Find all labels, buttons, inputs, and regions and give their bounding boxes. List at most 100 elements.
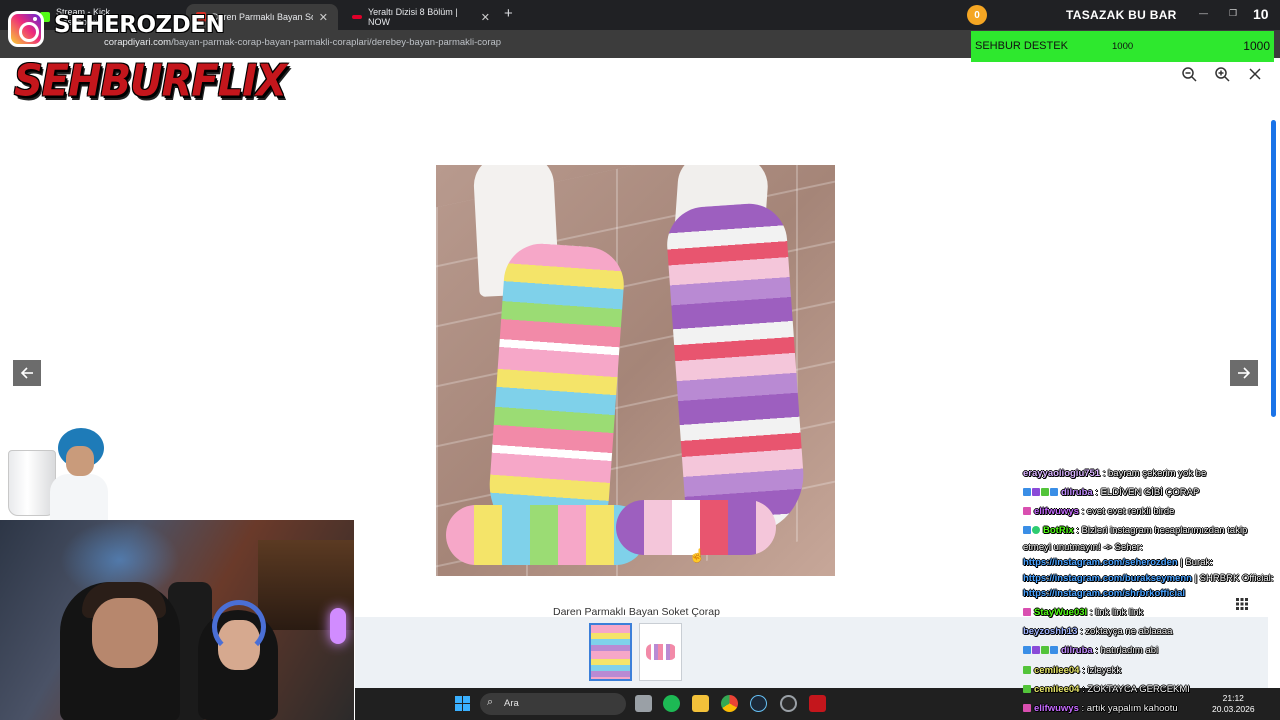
- chat-username: dilruba: [1061, 645, 1093, 656]
- chat-link[interactable]: https://instagram.com/seherozden: [1023, 557, 1178, 568]
- sock-left-toes: [446, 505, 646, 565]
- character-body: [50, 474, 108, 520]
- chat-username: StayWue03l: [1034, 607, 1088, 618]
- chrome-icon[interactable]: [721, 695, 738, 712]
- cam-lamp: [330, 608, 346, 644]
- support-bar: SEHBUR DESTEK 1000 1000: [971, 31, 1274, 62]
- search-icon: ⌕: [487, 696, 494, 708]
- badge-icon: [1023, 488, 1031, 496]
- chat-message: elifwuwys : artık yapalım kahootu: [1023, 701, 1275, 718]
- file-explorer-icon[interactable]: [692, 695, 709, 712]
- chat-username: elifwuwys: [1034, 703, 1079, 714]
- chat-text: : zoktayça ne ablaaaa: [1077, 626, 1173, 637]
- instagram-handle: SEHEROZDEN: [54, 12, 225, 38]
- page-scrollbar[interactable]: [1271, 120, 1276, 417]
- chat-badges: [1023, 664, 1032, 680]
- chat-text: : artık yapalım kahootu: [1078, 703, 1178, 714]
- webcam-feed: [0, 520, 354, 720]
- chat-username: cemilee04: [1034, 665, 1080, 676]
- chat-badges: [1023, 644, 1059, 660]
- tab-close-icon[interactable]: ✕: [319, 11, 328, 24]
- support-progress-value: 1000: [1112, 41, 1134, 52]
- chat-badges: [1023, 702, 1032, 718]
- chat-username: elifwuwys: [1034, 506, 1079, 517]
- arrow-right-icon: [1238, 367, 1251, 379]
- spotify-icon[interactable]: [663, 695, 680, 712]
- close-icon[interactable]: [1247, 66, 1263, 82]
- search-placeholder: Ara: [504, 698, 519, 709]
- tab-title: Yeraltı Dizisi 8 Bölüm | NOW: [368, 7, 458, 27]
- chat-message: dilruba : hatırladım abi: [1023, 643, 1275, 660]
- steam-icon[interactable]: [750, 695, 767, 712]
- badge-icon: [1032, 488, 1040, 496]
- prev-image-button[interactable]: [13, 360, 41, 386]
- restore-icon[interactable]: ❐: [1229, 8, 1237, 19]
- chat-message: StayWue03l : link link link: [1023, 605, 1275, 622]
- chat-message: beyzoshh13 : zoktayça ne ablaaaa: [1023, 624, 1275, 640]
- tab-title: Daren Parmaklı Bayan Soket Ço: [212, 12, 313, 22]
- chat-username: beyzoshh13: [1023, 626, 1078, 637]
- badge-icon: [1023, 507, 1031, 515]
- headset-icon: [212, 600, 266, 654]
- chat-message: dilruba : ELDİVEN GİBİ ÇORAP: [1023, 485, 1275, 502]
- hand-cursor-icon: ☝: [689, 548, 706, 563]
- chat-text: : hatırladım abi: [1092, 645, 1159, 656]
- badge-icon: [1023, 608, 1031, 616]
- task-view-icon[interactable]: [635, 695, 652, 712]
- glass-overlay: [8, 450, 56, 516]
- character-face: [66, 446, 94, 476]
- chat-text: | Burak:: [1177, 557, 1213, 568]
- badge-icon: [1023, 646, 1031, 654]
- chat-link[interactable]: https://instagram.com/burakseymenn: [1023, 573, 1192, 584]
- support-goal-value: 1000: [1243, 39, 1270, 53]
- streamer-man-face: [92, 598, 158, 668]
- zoom-in-icon[interactable]: [1214, 66, 1230, 82]
- badge-icon: [1041, 646, 1049, 654]
- chat-message: elifwuwys : evet evet renkli birde: [1023, 504, 1275, 521]
- chat-username: cemilee04: [1034, 684, 1080, 695]
- chat-text: : ELDİVEN GİBİ ÇORAP: [1092, 487, 1200, 498]
- chat-text: | SHRBRK Official:: [1191, 572, 1274, 584]
- new-tab-icon[interactable]: +: [504, 5, 513, 22]
- app-icon[interactable]: [780, 695, 797, 712]
- badge-icon: [1050, 646, 1058, 654]
- chat-badges: [1023, 505, 1032, 521]
- tab-close-icon[interactable]: ✕: [481, 11, 490, 24]
- bar-title: TASAZAK BU BAR: [1066, 8, 1177, 22]
- product-image[interactable]: [436, 165, 835, 576]
- chat-message: BotRix : Bizleri instagram hesaplarımızd…: [1023, 523, 1275, 602]
- support-label: SEHBUR DESTEK: [975, 40, 1068, 52]
- badge-icon: [1023, 704, 1031, 712]
- url-text[interactable]: corapdiyari.com/bayan-parmak-corap-bayan…: [104, 37, 501, 48]
- now-favicon-icon: [352, 15, 362, 19]
- chat-message: cemilee04 : ZOKTAYCA GERCEKMI: [1023, 682, 1275, 699]
- zoom-out-icon[interactable]: [1181, 66, 1197, 82]
- stream-chat: erayyaoliogiu751 : bayram şekerim yok be…: [1021, 462, 1277, 720]
- chat-text: : izleyekk: [1079, 665, 1122, 676]
- chat-link[interactable]: https://instagram.com/shrbrkofficial: [1023, 588, 1185, 599]
- chat-username: dilruba: [1061, 487, 1093, 498]
- chat-username: BotRix: [1043, 525, 1074, 536]
- browser-tab-now[interactable]: Yeraltı Dizisi 8 Bölüm | NOW ✕: [342, 4, 500, 30]
- taskbar-search[interactable]: ⌕ Ara: [480, 693, 626, 715]
- brand-logo: SEHBURFLIX: [14, 56, 287, 107]
- badge-icon: [1041, 488, 1049, 496]
- thumbnail-1[interactable]: [589, 623, 632, 681]
- arrow-left-icon: [20, 367, 33, 379]
- bar-count: 10: [1253, 6, 1269, 22]
- thumbnail-2[interactable]: [639, 623, 682, 681]
- badge-icon: [1050, 488, 1058, 496]
- instagram-icon: [8, 11, 44, 47]
- minimize-icon[interactable]: —: [1199, 8, 1208, 18]
- chat-message: cemilee04 : izleyekk: [1023, 663, 1275, 680]
- chat-text: : evet evet renkli birde: [1078, 506, 1175, 517]
- chat-message: erayyaoliogiu751 : bayram şekerim yok be: [1023, 466, 1275, 482]
- verified-icon: [1032, 526, 1040, 534]
- chat-text: : link link link: [1087, 607, 1144, 618]
- badge-icon: [1023, 526, 1031, 534]
- badge-icon: [1023, 666, 1031, 674]
- red-app-icon[interactable]: [809, 695, 826, 712]
- next-image-button[interactable]: [1230, 360, 1258, 386]
- windows-start-icon[interactable]: [455, 696, 470, 711]
- chat-text: : bayram şekerim yok be: [1100, 468, 1207, 479]
